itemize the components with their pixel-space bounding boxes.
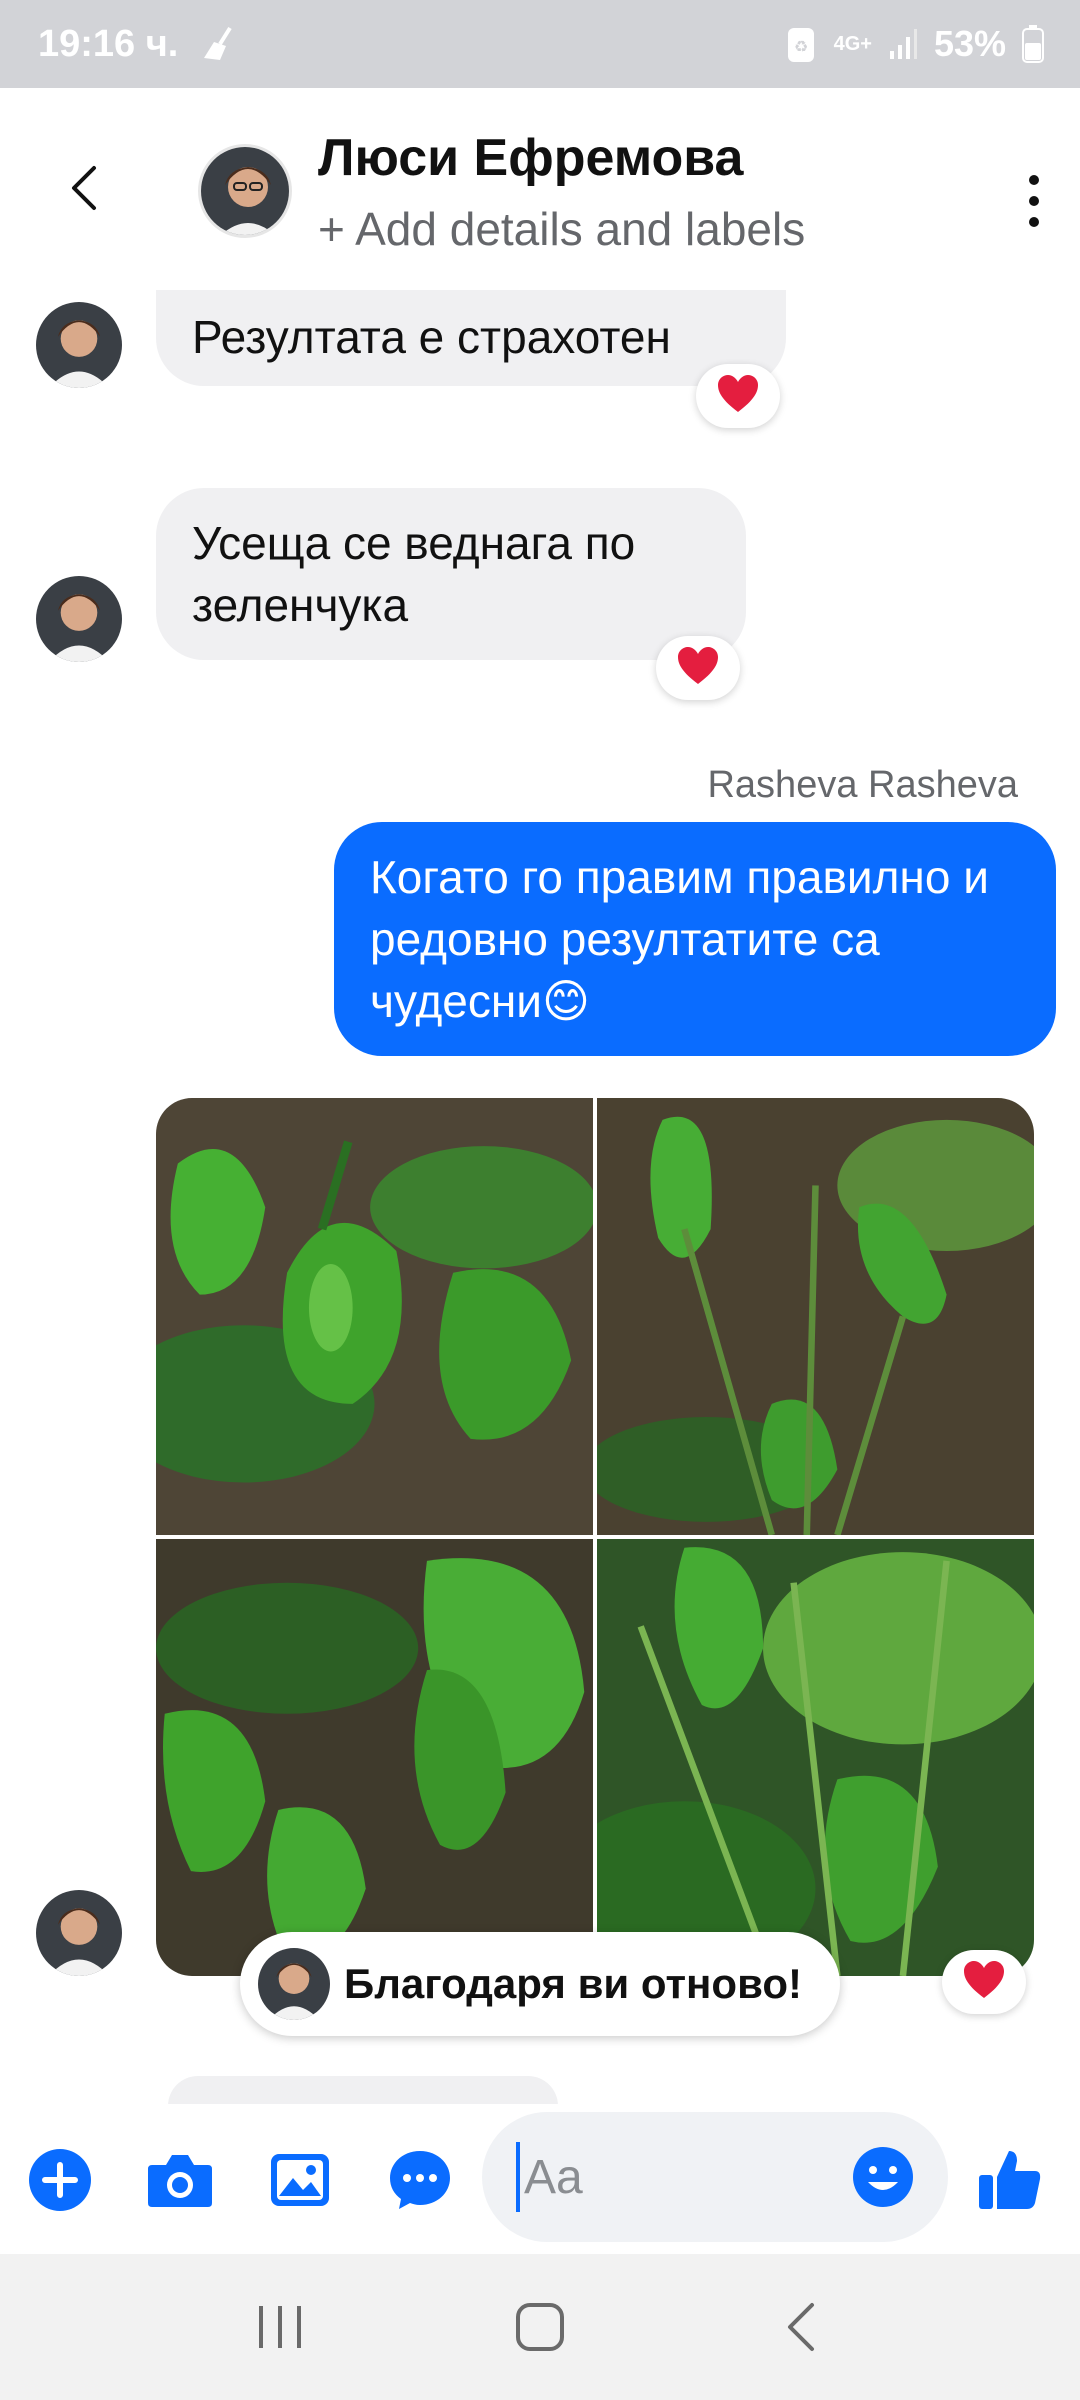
sender-avatar[interactable] [36, 576, 122, 662]
photo-grid[interactable] [156, 1098, 1034, 1976]
message-text: Когато го правим правилно и редовно резу… [370, 851, 989, 1027]
contact-name[interactable]: Люси Ефремова [318, 128, 743, 188]
reply-text: Благодаря ви отново! [344, 1960, 802, 2007]
message-text: Усеща се веднага по зеленчука [192, 517, 636, 631]
pepper-photo[interactable] [156, 1539, 593, 1976]
network-type: 4G+ [834, 34, 872, 54]
heart-icon [676, 646, 720, 691]
sender-avatar[interactable] [36, 1890, 122, 1976]
more-vertical-icon[interactable] [1014, 166, 1054, 236]
back-arrow-icon[interactable] [56, 158, 116, 218]
partial-message-bubble[interactable] [168, 2076, 558, 2106]
broom-icon [196, 24, 236, 64]
chat-bubble-icon[interactable] [384, 2144, 456, 2216]
reaction-badge[interactable] [696, 364, 780, 428]
plus-icon[interactable] [24, 2144, 96, 2216]
heart-icon [962, 1960, 1006, 2005]
network-label: 4G+ [833, 33, 872, 55]
heart-icon [716, 374, 760, 419]
battery-saver-icon: ♻ [784, 24, 818, 64]
message-bubble[interactable]: Усеща се веднага по зеленчука [156, 488, 746, 660]
reaction-badge[interactable] [942, 1950, 1026, 2014]
message-bubble[interactable]: Резултата е страхотен [156, 290, 786, 386]
message-input[interactable] [516, 2142, 836, 2212]
home-icon[interactable] [495, 2282, 585, 2372]
camera-icon[interactable] [144, 2144, 216, 2216]
thumbs-up-icon[interactable] [974, 2144, 1046, 2216]
pepper-photo[interactable] [597, 1539, 1034, 1976]
emoji-icon[interactable] [850, 2144, 916, 2210]
svg-text:♻: ♻ [793, 37, 807, 56]
messenger-screen: 19:16 ч. ♻ 4G+ 53% Люси Ефремова + Add d… [0, 0, 1080, 2400]
message-text: Резултата е страхотен [192, 311, 671, 363]
reply-preview[interactable]: Благодаря ви отново! [240, 1932, 840, 2036]
pepper-photo[interactable] [597, 1098, 1034, 1535]
contact-avatar[interactable] [198, 144, 292, 238]
reaction-badge[interactable] [656, 636, 740, 700]
composer-bar [0, 2104, 1080, 2254]
sender-avatar[interactable] [36, 302, 122, 388]
battery-percent: 53% [933, 23, 1006, 64]
conversation-header: Люси Ефремова + Add details and labels [0, 88, 1080, 278]
pepper-photo[interactable] [156, 1098, 593, 1535]
back-icon[interactable] [755, 2282, 845, 2372]
status-time: 19:16 ч. [38, 22, 179, 65]
sender-name: Rasheva Rasheva [707, 764, 1018, 806]
status-bar: 19:16 ч. ♻ 4G+ 53% [0, 0, 1080, 88]
battery-icon [1022, 25, 1044, 63]
system-navigation-bar [0, 2254, 1080, 2400]
message-input-container [482, 2112, 948, 2242]
gallery-icon[interactable] [264, 2144, 336, 2216]
recent-apps-icon[interactable] [235, 2282, 325, 2372]
outgoing-message-bubble[interactable]: Когато го правим правилно и редовно резу… [334, 822, 1056, 1056]
signal-icon [888, 27, 918, 61]
add-details-link[interactable]: + Add details and labels [318, 202, 805, 256]
reply-avatar [258, 1948, 330, 2020]
